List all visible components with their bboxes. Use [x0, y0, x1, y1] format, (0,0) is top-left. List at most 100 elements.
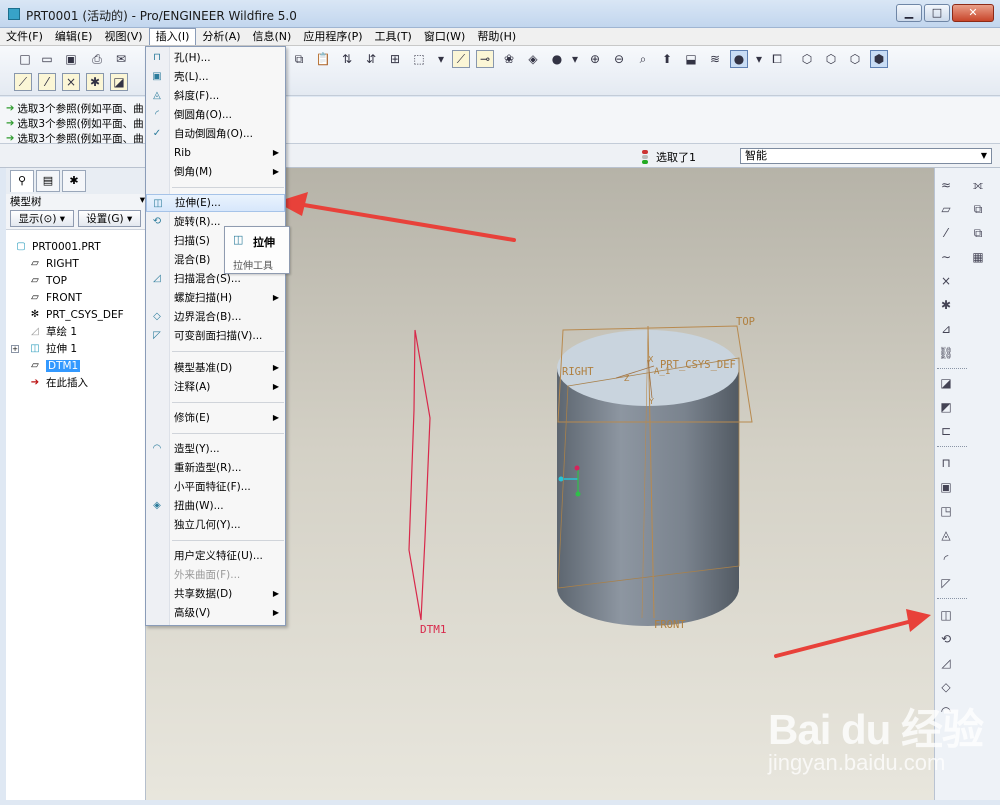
- menu-help[interactable]: 帮助(H): [471, 28, 522, 45]
- print-icon[interactable]: ⎙: [88, 50, 106, 68]
- datum-curve-icon[interactable]: ∼: [937, 248, 955, 266]
- menu-insert[interactable]: 插入(I): [148, 28, 197, 45]
- menu-item-extrude[interactable]: ◫ 拉伸(E)...: [146, 194, 285, 212]
- regenerate-icon[interactable]: ⇅: [338, 50, 356, 68]
- csys-tool-icon[interactable]: ✱: [86, 73, 104, 91]
- hole-icon[interactable]: ⊓: [937, 454, 955, 472]
- menu-edit[interactable]: 编辑(E): [49, 28, 99, 45]
- tree-item[interactable]: ➔ 在此插入: [6, 374, 145, 391]
- email-icon[interactable]: ✉: [112, 50, 130, 68]
- open-icon[interactable]: ▭: [38, 50, 56, 68]
- draft-icon[interactable]: ◬: [937, 526, 955, 544]
- find-icon[interactable]: ⊞: [386, 50, 404, 68]
- menu-item-draft[interactable]: ◬ 斜度(F)...: [146, 87, 285, 105]
- datum-axis-icon[interactable]: ⁄: [937, 224, 955, 242]
- sketch-view-icon[interactable]: ⟋: [452, 50, 470, 68]
- sketch-tool-icon[interactable]: ⟋: [14, 73, 32, 91]
- chevron-down-icon[interactable]: ▾: [566, 50, 584, 68]
- menu-item-restyle[interactable]: 重新造型(R)...: [146, 459, 285, 477]
- axis-tool-icon[interactable]: ⁄: [38, 73, 56, 91]
- annotation-icon[interactable]: ◪: [937, 374, 955, 392]
- menu-item-advanced[interactable]: 高级(V) ▶: [146, 604, 285, 622]
- appearance-icon[interactable]: ◈: [524, 50, 542, 68]
- menu-item-independent-geometry[interactable]: 独立几何(Y)...: [146, 516, 285, 534]
- chevron-down-icon[interactable]: ▾: [750, 50, 768, 68]
- tab-folder-browser[interactable]: ▤: [36, 170, 60, 192]
- saved-views-icon[interactable]: ⬓: [682, 50, 700, 68]
- sweep-icon[interactable]: ◿: [937, 654, 955, 672]
- menu-item-annotation[interactable]: 注释(A) ▶: [146, 378, 285, 396]
- menu-item-shared-data[interactable]: 共享数据(D) ▶: [146, 585, 285, 603]
- tree-item[interactable]: ▱ FRONT: [6, 289, 145, 306]
- hidden-line-icon[interactable]: ⬡: [822, 50, 840, 68]
- menu-item-boundary-blend[interactable]: ◇ 边界混合(B)...: [146, 308, 285, 326]
- tree-item[interactable]: ▱ TOP: [6, 272, 145, 289]
- no-hidden-icon[interactable]: ⬡: [846, 50, 864, 68]
- paste-icon[interactable]: 📋: [314, 50, 332, 68]
- tree-item[interactable]: ◿ 草绘 1: [6, 323, 145, 340]
- menu-info[interactable]: 信息(N): [247, 28, 298, 45]
- revolve-icon[interactable]: ⟲: [937, 630, 955, 648]
- tree-item[interactable]: ▢ PRT0001.PRT: [6, 238, 145, 255]
- datum-point-icon[interactable]: ×: [937, 272, 955, 290]
- expand-icon[interactable]: +: [11, 344, 19, 353]
- refit-icon[interactable]: ⌕: [634, 50, 652, 68]
- regen-manager-icon[interactable]: ⇵: [362, 50, 380, 68]
- display-style-icon[interactable]: ●: [730, 50, 748, 68]
- menu-item-facet-feature[interactable]: 小平面特征(F)...: [146, 478, 285, 496]
- close-button[interactable]: ✕: [952, 4, 994, 22]
- shell-icon[interactable]: ▣: [937, 478, 955, 496]
- chain-icon[interactable]: ⛓: [937, 344, 955, 362]
- copy-icon[interactable]: ⧉: [290, 50, 308, 68]
- point-tool-icon[interactable]: ×: [62, 73, 80, 91]
- spin-center-icon[interactable]: ⊸: [476, 50, 494, 68]
- layout-icon[interactable]: ⊏: [937, 422, 955, 440]
- show-button[interactable]: 显示(⊙) ▾: [10, 210, 74, 227]
- save-icon[interactable]: ▣: [62, 50, 80, 68]
- shading-icon[interactable]: ●: [548, 50, 566, 68]
- zoom-out-icon[interactable]: ⊖: [610, 50, 628, 68]
- tree-item[interactable]: ▱ RIGHT: [6, 255, 145, 272]
- view-manager-icon[interactable]: ◩: [937, 398, 955, 416]
- new-icon[interactable]: □: [16, 50, 34, 68]
- menu-tools[interactable]: 工具(T): [369, 28, 418, 45]
- extrude-icon[interactable]: ◫: [937, 606, 955, 624]
- menu-item-cosmetic[interactable]: 修饰(E) ▶: [146, 409, 285, 427]
- round-icon[interactable]: ◜: [937, 550, 955, 568]
- csys-icon[interactable]: ✱: [937, 296, 955, 314]
- menu-item-udf[interactable]: 用户定义特征(U)...: [146, 547, 285, 565]
- layer-icon[interactable]: ❀: [500, 50, 518, 68]
- menu-analysis[interactable]: 分析(A): [196, 28, 246, 45]
- menu-item-style[interactable]: ◠ 造型(Y)...: [146, 440, 285, 458]
- chamfer-icon[interactable]: ◸: [937, 574, 955, 592]
- plane-tool-icon[interactable]: ◪: [110, 73, 128, 91]
- rib-icon[interactable]: ◳: [937, 502, 955, 520]
- select-box-icon[interactable]: ⬚: [410, 50, 428, 68]
- selection-filter-dropdown[interactable]: 智能 ▼: [740, 148, 992, 164]
- menu-item-var-sec-sweep[interactable]: ◸ 可变剖面扫描(V)...: [146, 327, 285, 345]
- wireframe-icon[interactable]: ⬡: [798, 50, 816, 68]
- repaint-icon[interactable]: ⧠: [768, 50, 786, 68]
- menu-item-shell[interactable]: ▣ 壳(L)...: [146, 68, 285, 86]
- merge-icon[interactable]: ⧉: [969, 224, 987, 242]
- menu-file[interactable]: 文件(F): [0, 28, 49, 45]
- menu-view[interactable]: 视图(V): [98, 28, 148, 45]
- chevron-down-icon[interactable]: ▾: [432, 50, 450, 68]
- maximize-button[interactable]: □: [924, 4, 950, 22]
- shaded-icon[interactable]: ⬢: [870, 50, 888, 68]
- menu-item-model-datum[interactable]: 模型基准(D) ▶: [146, 359, 285, 377]
- settings-button[interactable]: 设置(G) ▾: [77, 210, 141, 227]
- tab-model-tree[interactable]: ⚲: [10, 170, 34, 192]
- menu-item-warp[interactable]: ◈ 扭曲(W)...: [146, 497, 285, 515]
- menu-item-round[interactable]: ◜ 倒圆角(O)...: [146, 106, 285, 124]
- analysis-icon[interactable]: ⊿: [937, 320, 955, 338]
- tree-item[interactable]: ▱ DTM1: [6, 357, 145, 374]
- tree-item[interactable]: ✻ PRT_CSYS_DEF: [6, 306, 145, 323]
- menu-item-auto-round[interactable]: ✓ 自动倒圆角(O)...: [146, 125, 285, 143]
- menu-item-chamfer[interactable]: 倒角(M) ▶: [146, 163, 285, 181]
- menu-applications[interactable]: 应用程序(P): [297, 28, 368, 45]
- zoom-in-icon[interactable]: ⊕: [586, 50, 604, 68]
- minimize-button[interactable]: ▁: [896, 4, 922, 22]
- datum-plane-icon[interactable]: ▱: [937, 200, 955, 218]
- menu-window[interactable]: 窗口(W): [418, 28, 471, 45]
